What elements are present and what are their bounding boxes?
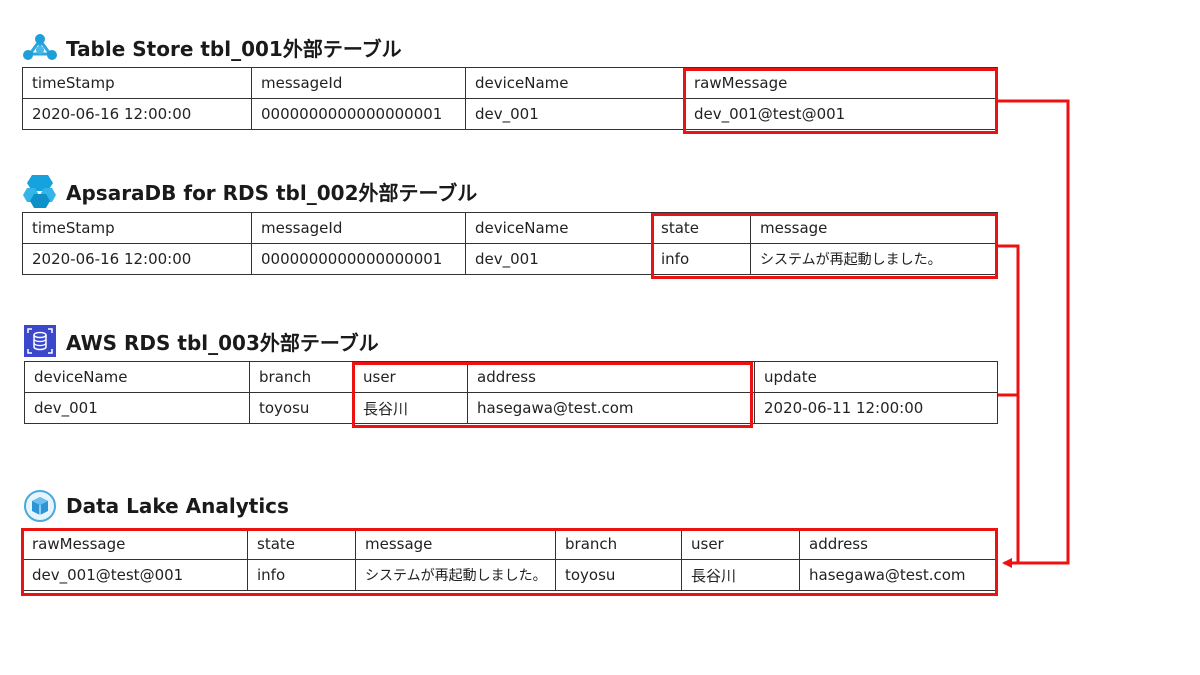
connector-lines [998,99,1070,568]
connector-apsaradb [998,244,1020,563]
connector-tablestore [998,99,1070,568]
